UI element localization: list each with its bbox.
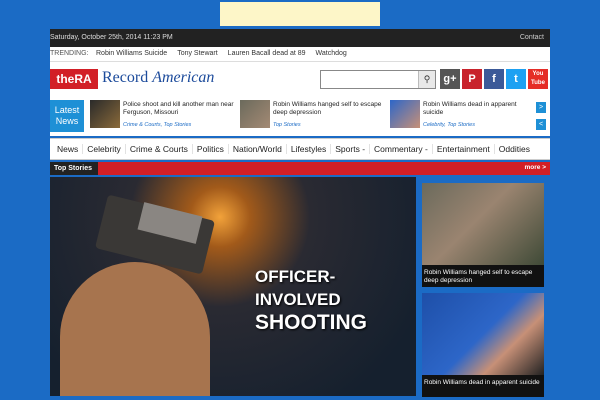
featured-headline-line1: OFFICER-INVOLVED <box>255 267 341 309</box>
contact-link[interactable]: Contact <box>520 34 544 41</box>
latest-news-item[interactable]: Robin Williams hanged self to escape dee… <box>240 100 390 132</box>
twitter-icon[interactable]: t <box>506 69 526 89</box>
logo-word-american: American <box>152 69 215 86</box>
latest-label-line2: News <box>55 116 79 126</box>
news-thumbnail[interactable] <box>240 100 270 128</box>
facebook-icon[interactable]: f <box>484 69 504 89</box>
logo-mark[interactable]: theRA <box>50 69 98 89</box>
top-bar: Saturday, October 25th, 2014 11:23 PM Co… <box>50 29 550 47</box>
featured-story-image[interactable]: OFFICER-INVOLVED SHOOTING <box>50 177 416 396</box>
main-nav: News Celebrity Crime & Courts Politics N… <box>50 138 550 160</box>
side-story[interactable]: Robin Williams dead in apparent suicide <box>422 293 544 397</box>
news-title[interactable]: Robin Williams dead in apparent suicide <box>423 101 538 117</box>
nav-item-commentary[interactable]: Commentary - <box>370 144 433 154</box>
trending-item[interactable]: Lauren Bacall dead at 89 <box>228 50 306 57</box>
pinterest-icon[interactable]: P <box>462 69 482 89</box>
logo-word-record: Record <box>102 69 149 86</box>
side-story-image[interactable] <box>422 183 544 265</box>
latest-news-item[interactable]: Robin Williams dead in apparent suicide … <box>390 100 540 132</box>
side-story-caption[interactable]: Robin Williams hanged self to escape dee… <box>424 269 542 285</box>
latest-news-ticker: Latest News Police shoot and kill anothe… <box>50 96 550 136</box>
featured-headline-line2: SHOOTING <box>255 311 368 334</box>
nav-item-oddities[interactable]: Oddities <box>495 144 534 154</box>
nav-item-news[interactable]: News <box>53 144 84 154</box>
google-plus-icon[interactable]: g+ <box>440 69 460 89</box>
current-date: Saturday, October 25th, 2014 11:23 PM <box>50 34 173 41</box>
logo-wordmark[interactable]: Record American <box>102 69 214 87</box>
nav-item-nation-world[interactable]: Nation/World <box>229 144 287 154</box>
search-button[interactable]: ⚲ <box>418 71 435 88</box>
news-title[interactable]: Robin Williams hanged self to escape dee… <box>273 101 388 117</box>
trending-label: TRENDING: <box>50 50 89 57</box>
trending-item[interactable]: Tony Stewart <box>177 50 217 57</box>
news-thumbnail[interactable] <box>90 100 120 128</box>
nav-item-sports[interactable]: Sports - <box>331 144 371 154</box>
nav-item-lifestyles[interactable]: Lifestyles <box>287 144 332 154</box>
youtube-icon[interactable]: You Tube <box>528 69 548 89</box>
latest-news-item[interactable]: Police shoot and kill another man near F… <box>90 100 240 132</box>
nav-item-crime-courts[interactable]: Crime & Courts <box>126 144 193 154</box>
latest-label-line1: Latest <box>54 105 80 115</box>
top-stories-label: Top Stories <box>50 162 98 175</box>
news-thumbnail[interactable] <box>390 100 420 128</box>
side-story[interactable]: Robin Williams hanged self to escape dee… <box>422 183 544 287</box>
nav-item-entertainment[interactable]: Entertainment <box>433 144 495 154</box>
trending-bar: TRENDING: Robin Williams Suicide Tony St… <box>50 47 550 62</box>
hand-graphic <box>60 262 210 396</box>
news-category[interactable]: Top Stories <box>273 122 301 128</box>
top-banner-ad[interactable] <box>220 2 380 26</box>
featured-headline[interactable]: OFFICER-INVOLVED SHOOTING <box>255 265 416 334</box>
site-header: theRA Record American ⚲ g+ P f t You Tub… <box>50 62 550 96</box>
trending-item[interactable]: Watchdog <box>316 50 347 57</box>
top-stories-header: Top Stories more > <box>50 162 550 175</box>
latest-news-label: Latest News <box>50 100 84 132</box>
side-story-caption[interactable]: Robin Williams dead in apparent suicide <box>424 379 542 387</box>
news-category[interactable]: Celebrity, Top Stories <box>423 122 475 128</box>
nav-item-politics[interactable]: Politics <box>193 144 229 154</box>
trending-item[interactable]: Robin Williams Suicide <box>96 50 167 57</box>
social-links: g+ P f t You Tube <box>440 69 548 89</box>
side-story-image[interactable] <box>422 293 544 375</box>
ticker-next-button[interactable]: > <box>536 102 546 113</box>
search-icon: ⚲ <box>423 74 431 84</box>
ticker-prev-button[interactable]: < <box>536 119 546 130</box>
more-link[interactable]: more > <box>525 164 547 171</box>
news-category[interactable]: Crime & Courts, Top Stories <box>123 122 191 128</box>
nav-item-celebrity[interactable]: Celebrity <box>83 144 126 154</box>
news-title[interactable]: Police shoot and kill another man near F… <box>123 101 238 117</box>
